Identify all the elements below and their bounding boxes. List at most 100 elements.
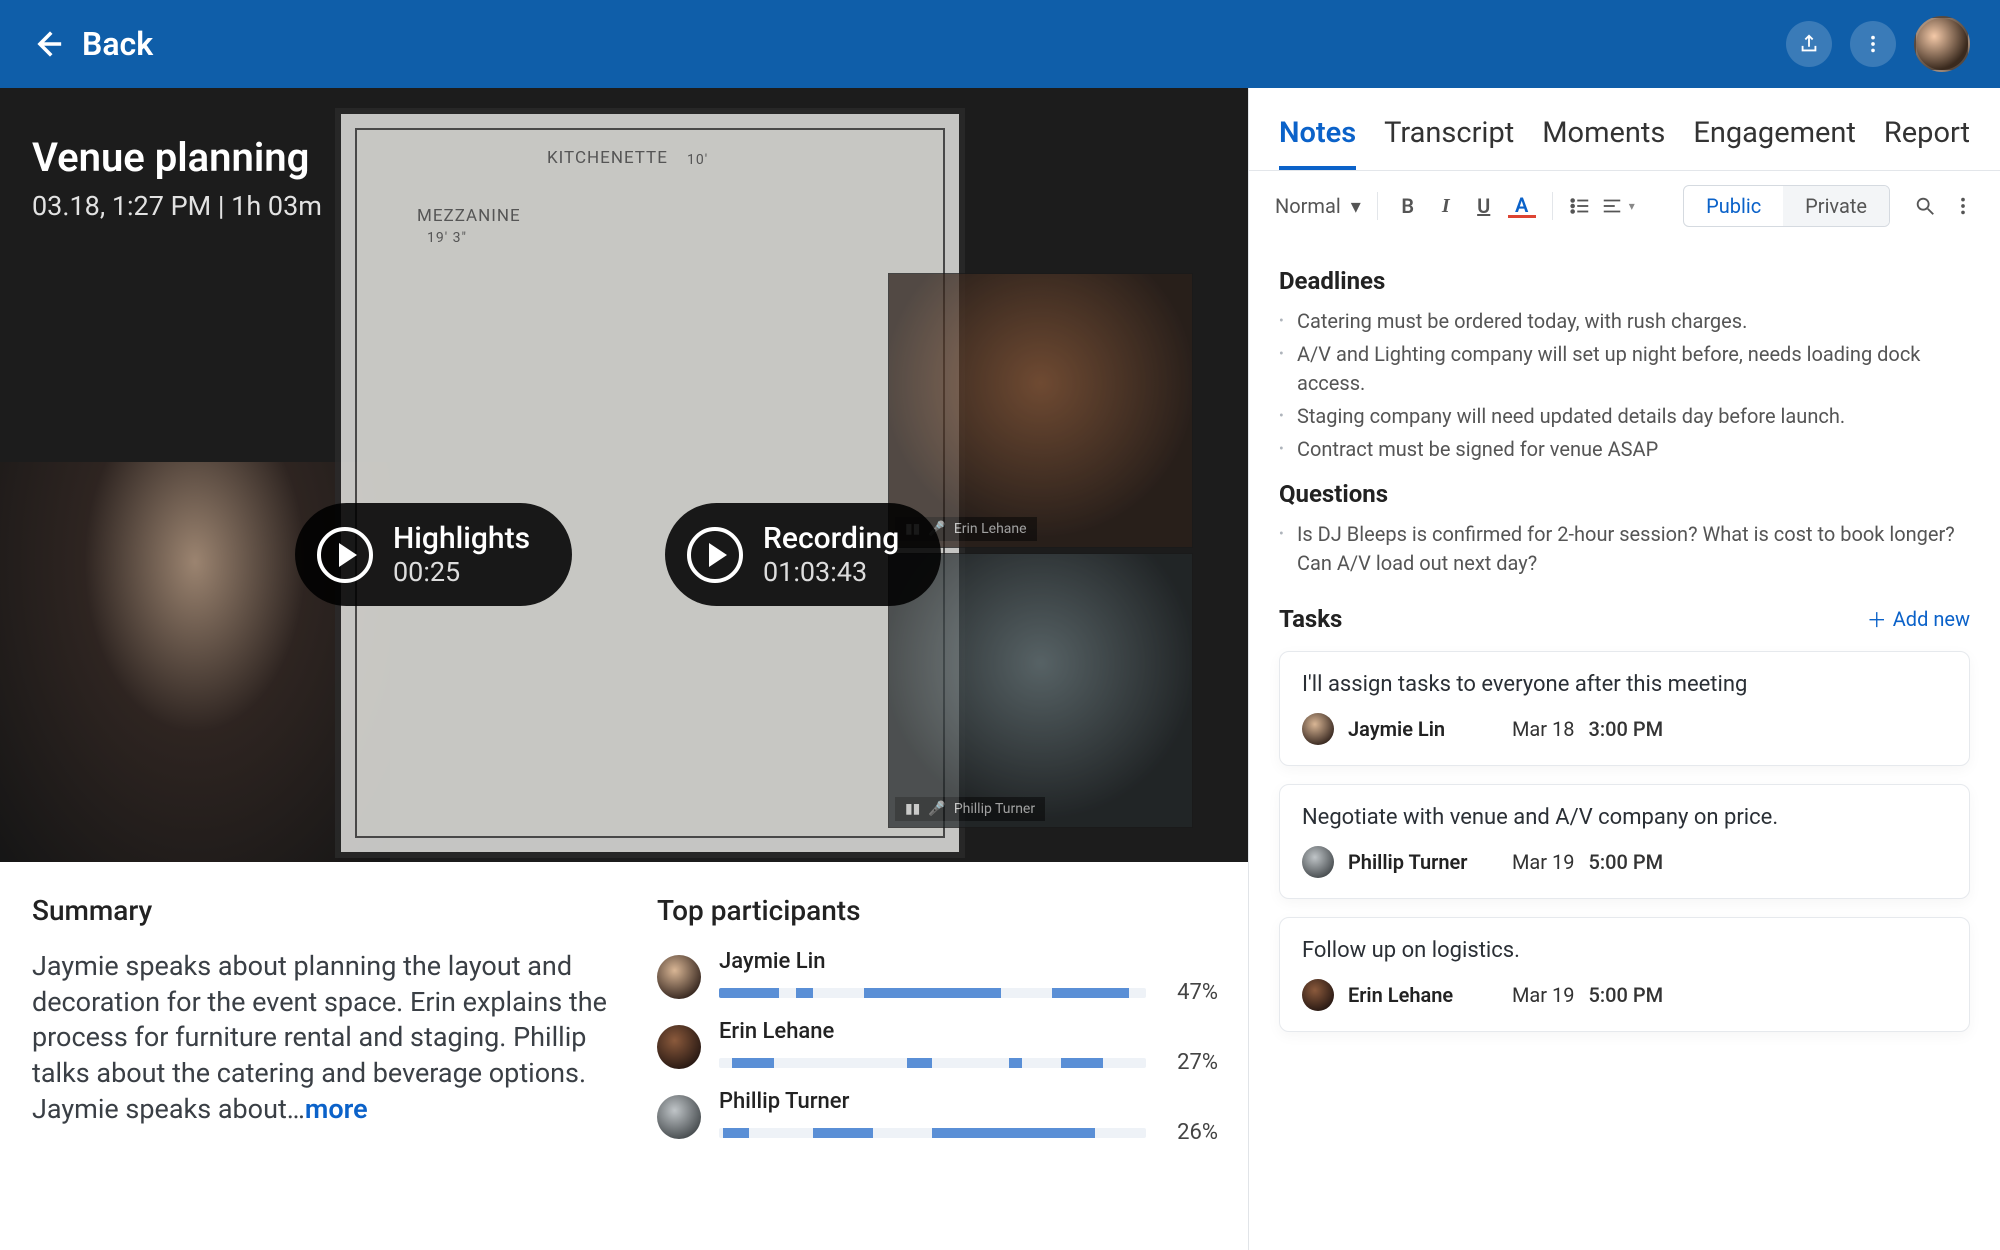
avatar bbox=[1302, 979, 1334, 1011]
signal-icon: ▮▮ bbox=[905, 801, 920, 817]
highlights-time: 00:25 bbox=[393, 556, 530, 588]
header-actions bbox=[1786, 16, 1970, 72]
participant-caption: ▮▮ 🎤 Phillip Turner bbox=[895, 797, 1045, 821]
underline-button[interactable]: U bbox=[1470, 194, 1498, 218]
task-assignee: Jaymie Lin bbox=[1348, 717, 1498, 741]
participant-pct: 27% bbox=[1160, 1050, 1218, 1075]
task-title: Follow up on logistics. bbox=[1302, 938, 1947, 963]
task-assignee: Phillip Turner bbox=[1348, 850, 1498, 874]
note-item: Is DJ Bleeps is confirmed for 2-hour ses… bbox=[1279, 520, 1970, 578]
play-highlights-button[interactable]: Highlights 00:25 bbox=[295, 503, 572, 606]
note-item: Staging company will need updated detail… bbox=[1279, 402, 1970, 431]
search-icon[interactable] bbox=[1914, 195, 1936, 217]
note-item: Contract must be signed for venue ASAP bbox=[1279, 435, 1970, 464]
talk-time-bar bbox=[719, 1128, 1146, 1138]
editor-toolbar: Normal ▾ B I U A ▾ Public Private bbox=[1249, 171, 2000, 241]
tab-report[interactable]: Report bbox=[1884, 116, 1970, 170]
avatar bbox=[657, 1095, 701, 1139]
participant-tile: ▮▮ 🎤 Erin Lehane bbox=[888, 273, 1193, 548]
tasks-heading: Tasks bbox=[1279, 605, 1342, 633]
more-button[interactable] bbox=[1850, 21, 1896, 67]
questions-list: Is DJ Bleeps is confirmed for 2-hour ses… bbox=[1279, 520, 1970, 578]
add-task-label: Add new bbox=[1893, 607, 1970, 631]
deadlines-list: Catering must be ordered today, with rus… bbox=[1279, 307, 1970, 464]
summary-section: Summary Jaymie speaks about planning the… bbox=[32, 894, 617, 1230]
participant-row: Phillip Turner 26% bbox=[657, 1089, 1218, 1145]
summary-more-link[interactable]: more bbox=[305, 1093, 368, 1125]
user-avatar[interactable] bbox=[1914, 16, 1970, 72]
task-assignee: Erin Lehane bbox=[1348, 983, 1498, 1007]
talk-time-bar bbox=[719, 1058, 1146, 1068]
chevron-down-icon[interactable]: ▾ bbox=[1629, 199, 1635, 213]
style-select[interactable]: Normal ▾ bbox=[1275, 194, 1361, 218]
more-vert-icon bbox=[1862, 33, 1884, 55]
task-date: Mar 18 bbox=[1512, 717, 1575, 741]
back-arrow-icon bbox=[30, 27, 64, 61]
task-time: 3:00 PM bbox=[1589, 717, 1664, 741]
add-task-button[interactable]: ＋ Add new bbox=[1867, 604, 1970, 633]
participants-heading: Top participants bbox=[657, 894, 1218, 927]
recording-label: Recording bbox=[763, 521, 899, 556]
tab-transcript[interactable]: Transcript bbox=[1384, 116, 1514, 170]
tab-moments[interactable]: Moments bbox=[1542, 116, 1665, 170]
notes-panel: Notes Transcript Moments Engagement Repo… bbox=[1248, 88, 2000, 1250]
fp-kit-label: KITCHENETTE bbox=[547, 148, 668, 168]
meeting-meta: 03.18, 1:27 PM | 1h 03m bbox=[32, 190, 322, 222]
italic-button[interactable]: I bbox=[1432, 195, 1460, 218]
play-icon bbox=[317, 527, 373, 583]
task-title: Negotiate with venue and A/V company on … bbox=[1302, 805, 1947, 830]
summary-text: Jaymie speaks about planning the layout … bbox=[32, 949, 617, 1127]
play-recording-button[interactable]: Recording 01:03:43 bbox=[665, 503, 941, 606]
chevron-down-icon: ▾ bbox=[1351, 194, 1361, 218]
participant-row: Jaymie Lin 47% bbox=[657, 949, 1218, 1005]
share-button[interactable] bbox=[1786, 21, 1832, 67]
tab-notes[interactable]: Notes bbox=[1279, 116, 1356, 170]
participant-pct: 47% bbox=[1160, 980, 1218, 1005]
visibility-public[interactable]: Public bbox=[1684, 186, 1783, 226]
list-bullet-icon[interactable] bbox=[1569, 195, 1591, 217]
share-icon bbox=[1798, 33, 1820, 55]
participant-name: Erin Lehane bbox=[954, 521, 1027, 537]
meeting-video-area: MEZZANINE KITCHENETTE 19' 3" 10' ▮▮ 🎤 Er… bbox=[0, 88, 1248, 862]
visibility-private[interactable]: Private bbox=[1783, 186, 1889, 226]
task-card[interactable]: Negotiate with venue and A/V company on … bbox=[1279, 784, 1970, 899]
task-card[interactable]: I'll assign tasks to everyone after this… bbox=[1279, 651, 1970, 766]
text-color-button[interactable]: A bbox=[1508, 195, 1536, 218]
fp-dim1: 19' 3" bbox=[427, 230, 467, 246]
top-participants-section: Top participants Jaymie Lin 47% bbox=[657, 894, 1218, 1230]
visibility-toggle[interactable]: Public Private bbox=[1683, 185, 1890, 227]
align-left-icon[interactable] bbox=[1601, 195, 1623, 217]
task-time: 5:00 PM bbox=[1589, 983, 1664, 1007]
participant-tile: ▮▮ 🎤 Phillip Turner bbox=[888, 553, 1193, 828]
mic-icon: 🎤 bbox=[928, 801, 945, 817]
more-vert-icon[interactable] bbox=[1952, 195, 1974, 217]
bold-button[interactable]: B bbox=[1394, 194, 1422, 218]
highlights-label: Highlights bbox=[393, 521, 530, 556]
back-button[interactable]: Back bbox=[30, 25, 153, 63]
shared-screen-floorplan: MEZZANINE KITCHENETTE 19' 3" 10' bbox=[335, 108, 965, 858]
style-select-label: Normal bbox=[1275, 194, 1341, 218]
participant-name: Erin Lehane bbox=[719, 1019, 1218, 1044]
avatar bbox=[1302, 846, 1334, 878]
back-label: Back bbox=[82, 25, 153, 63]
fp-dim2: 10' bbox=[687, 152, 708, 168]
task-title: I'll assign tasks to everyone after this… bbox=[1302, 672, 1947, 697]
fp-mezz-label: MEZZANINE bbox=[417, 206, 521, 226]
questions-heading: Questions bbox=[1279, 480, 1970, 508]
tab-engagement[interactable]: Engagement bbox=[1693, 116, 1856, 170]
meeting-title: Venue planning bbox=[32, 134, 309, 181]
avatar bbox=[1302, 713, 1334, 745]
plus-icon: ＋ bbox=[1867, 604, 1887, 633]
note-item: Catering must be ordered today, with rus… bbox=[1279, 307, 1970, 336]
avatar bbox=[657, 955, 701, 999]
task-time: 5:00 PM bbox=[1589, 850, 1664, 874]
participant-row: Erin Lehane 27% bbox=[657, 1019, 1218, 1075]
participant-name: Jaymie Lin bbox=[719, 949, 1218, 974]
avatar bbox=[657, 1025, 701, 1069]
app-header: Back bbox=[0, 0, 2000, 88]
recording-time: 01:03:43 bbox=[763, 556, 899, 588]
task-card[interactable]: Follow up on logistics. Erin Lehane Mar … bbox=[1279, 917, 1970, 1032]
note-item: A/V and Lighting company will set up nig… bbox=[1279, 340, 1970, 398]
play-icon bbox=[687, 527, 743, 583]
task-date: Mar 19 bbox=[1512, 983, 1575, 1007]
